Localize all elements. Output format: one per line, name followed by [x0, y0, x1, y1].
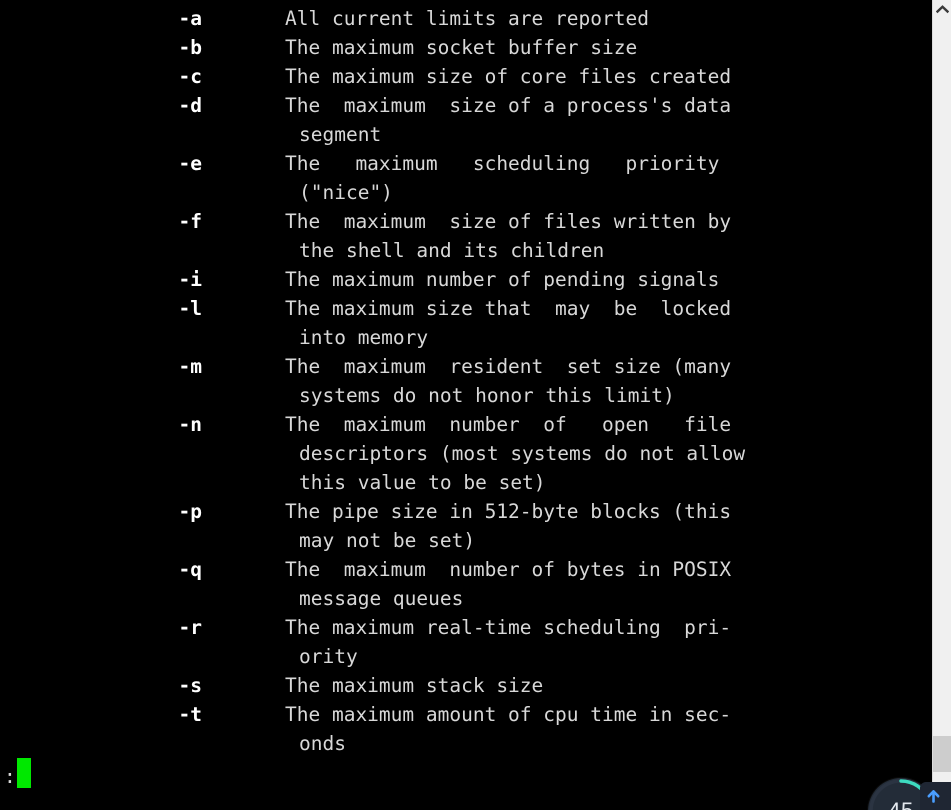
man-entry-row: -b The maximum socket buffer size — [0, 33, 932, 62]
man-entry-row: -p The pipe size in 512-byte blocks (this — [0, 497, 932, 526]
option-description-line: The maximum resident set size (many — [285, 355, 732, 378]
man-page-option-list: -a All current limits are reported -b The … — [0, 4, 932, 758]
man-entry-row: -q The maximum number of bytes in POSIX — [0, 555, 932, 584]
option-description-line: The maximum size that may be locked — [285, 297, 732, 320]
option-description-line: ority — [299, 645, 358, 668]
option-description-line: message queues — [299, 587, 464, 610]
expand-button[interactable] — [920, 782, 951, 810]
option-description-line: The maximum amount of cpu time in sec- — [285, 703, 732, 726]
man-entry-row: -t The maximum amount of cpu time in sec- — [0, 700, 932, 729]
pager-prompt[interactable]: : — [4, 758, 31, 788]
option-description-line: The maximum real-time scheduling pri- — [285, 616, 732, 639]
man-entry-row: -i The maximum number of pending signals — [0, 265, 932, 294]
option-description-line: The maximum stack size — [285, 674, 544, 697]
option-flag: -c — [178, 65, 202, 88]
terminal-output-area[interactable]: -a All current limits are reported -b The … — [0, 0, 932, 810]
option-description-line: systems do not honor this limit) — [299, 384, 675, 407]
option-description-line: The maximum size of core files created — [285, 65, 732, 88]
man-entry-row: -c The maximum size of core files created — [0, 62, 932, 91]
man-entry-row: -l The maximum size that may be locked — [0, 294, 932, 323]
option-flag: -a — [178, 7, 202, 30]
man-entry-row: -s The maximum stack size — [0, 671, 932, 700]
option-description-line: All current limits are reported — [285, 7, 649, 30]
option-description-line: The maximum size of a process's data — [285, 94, 732, 117]
text-cursor — [16, 758, 31, 788]
option-flag: -l — [178, 297, 202, 320]
option-description-line: onds — [299, 732, 346, 755]
vertical-scrollbar[interactable] — [932, 0, 951, 810]
option-description-line: may not be set) — [299, 529, 476, 552]
option-description-line: descriptors (most systems do not allow — [299, 442, 746, 465]
option-flag: -r — [178, 616, 202, 639]
option-flag: -m — [178, 355, 202, 378]
option-description-line: The maximum number of open file — [285, 413, 732, 436]
option-flag: -d — [178, 94, 202, 117]
man-entry-row: -f The maximum size of files written by — [0, 207, 932, 236]
option-flag: -q — [178, 558, 202, 581]
option-description-line: this value to be set) — [299, 471, 546, 494]
man-entry-continuation: this value to be set) — [0, 468, 932, 497]
option-flag: -i — [178, 268, 202, 291]
man-entry-continuation: descriptors (most systems do not allow — [0, 439, 932, 468]
option-flag: -f — [178, 210, 202, 233]
option-description-line: The maximum socket buffer size — [285, 36, 638, 59]
option-description-line: into memory — [299, 326, 429, 349]
option-flag: -p — [178, 500, 202, 523]
man-entry-row: -d The maximum size of a process's data — [0, 91, 932, 120]
man-entry-continuation: systems do not honor this limit) — [0, 381, 932, 410]
man-entry-row: -a All current limits are reported — [0, 4, 932, 33]
option-flag: -n — [178, 413, 202, 436]
option-flag: -b — [178, 36, 202, 59]
arrow-up-icon — [927, 789, 940, 803]
option-description-line: The pipe size in 512-byte blocks (this — [285, 500, 732, 523]
option-description-line: The maximum scheduling priority — [285, 152, 720, 175]
man-entry-row: -n The maximum number of open file — [0, 410, 932, 439]
option-description-line: segment — [299, 123, 382, 146]
man-entry-continuation: segment — [0, 120, 932, 149]
option-description-line: The maximum size of files written by — [285, 210, 732, 233]
man-entry-row: -r The maximum real-time scheduling pri- — [0, 613, 932, 642]
man-entry-continuation: ("nice") — [0, 178, 932, 207]
scrollbar-thumb[interactable] — [933, 736, 951, 772]
option-flag: -e — [178, 152, 202, 175]
terminal-screen: -a All current limits are reported -b The … — [0, 0, 951, 810]
man-entry-continuation: ority — [0, 642, 932, 671]
option-flag: -s — [178, 674, 202, 697]
man-entry-continuation: the shell and its children — [0, 236, 932, 265]
man-entry-continuation: onds — [0, 729, 932, 758]
pager-prompt-char: : — [4, 765, 16, 788]
option-flag: -t — [178, 703, 202, 726]
chevron-up-icon[interactable] — [933, 0, 951, 18]
man-entry-continuation: message queues — [0, 584, 932, 613]
option-description-line: the shell and its children — [299, 239, 605, 262]
option-description-line: The maximum number of bytes in POSIX — [285, 558, 732, 581]
man-entry-row: -m The maximum resident set size (many — [0, 352, 932, 381]
man-entry-continuation: into memory — [0, 323, 932, 352]
option-description-line: ("nice") — [299, 181, 393, 204]
option-description-line: The maximum number of pending signals — [285, 268, 720, 291]
man-entry-row: -e The maximum scheduling priority — [0, 149, 932, 178]
man-entry-continuation: may not be set) — [0, 526, 932, 555]
